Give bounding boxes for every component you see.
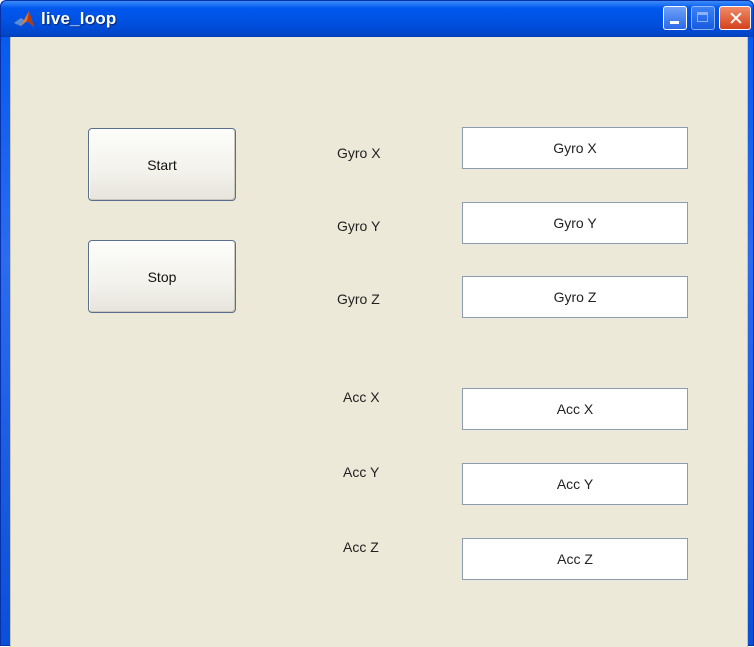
- stop-button[interactable]: Stop: [88, 240, 236, 313]
- acc-x-field[interactable]: Acc X: [462, 388, 688, 430]
- maximize-button[interactable]: [691, 6, 715, 30]
- title-bar[interactable]: live_loop ✕: [1, 1, 753, 37]
- acc-z-field[interactable]: Acc Z: [462, 538, 688, 580]
- start-button[interactable]: Start: [88, 128, 236, 201]
- figure-panel: Start Stop Gyro X Gyro X Gyro Y Gyro Y G…: [10, 37, 748, 647]
- matlab-logo-icon: [14, 11, 34, 27]
- minimize-icon: [670, 21, 679, 24]
- app-window: live_loop ✕ Start Stop Gyro X Gyro X Gyr…: [0, 0, 754, 647]
- label-gyro-x: Gyro X: [337, 145, 381, 161]
- label-acc-y: Acc Y: [343, 464, 380, 480]
- label-acc-z: Acc Z: [343, 539, 379, 555]
- gyro-y-field[interactable]: Gyro Y: [462, 202, 688, 244]
- label-gyro-z: Gyro Z: [337, 291, 380, 307]
- gyro-z-field[interactable]: Gyro Z: [462, 276, 688, 318]
- close-icon: ✕: [728, 8, 744, 30]
- window-title: live_loop: [41, 9, 117, 28]
- gyro-x-field[interactable]: Gyro X: [462, 127, 688, 169]
- maximize-icon: [697, 12, 708, 22]
- close-button[interactable]: ✕: [719, 6, 751, 30]
- label-acc-x: Acc X: [343, 389, 380, 405]
- minimize-button[interactable]: [663, 6, 687, 30]
- label-gyro-y: Gyro Y: [337, 218, 381, 234]
- acc-y-field[interactable]: Acc Y: [462, 463, 688, 505]
